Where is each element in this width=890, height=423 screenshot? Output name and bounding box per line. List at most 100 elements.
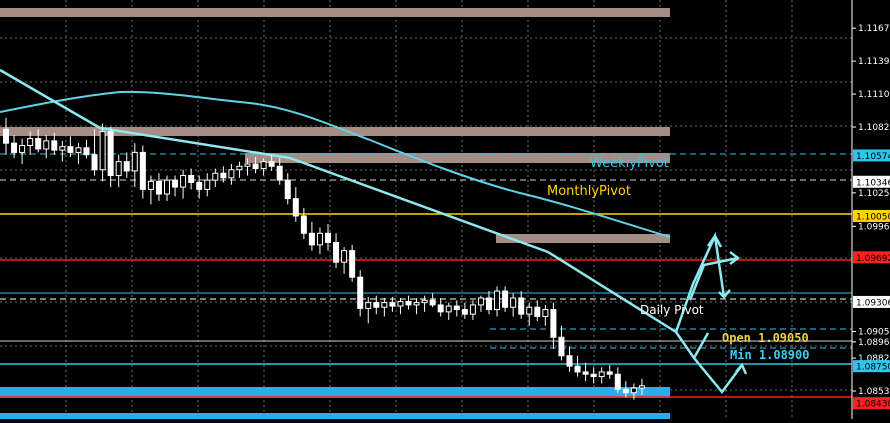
monthly-pivot-label: MonthlyPivot xyxy=(547,184,631,199)
price-tag-label: 1.09692 xyxy=(856,254,890,264)
candle-body xyxy=(155,180,162,195)
candle-body xyxy=(300,215,307,234)
axis-tick-label: 1.08535 xyxy=(858,387,890,397)
candle-body xyxy=(630,387,637,394)
price-tag-label: 1.09306 xyxy=(856,298,890,308)
candle-body xyxy=(566,355,573,367)
candle-body xyxy=(598,371,605,378)
candle-body xyxy=(606,371,613,375)
price-tag: 1.09692 xyxy=(853,251,890,264)
price-tag-label: 1.08430 xyxy=(856,400,890,410)
candle-body xyxy=(59,146,66,151)
candle-body xyxy=(220,172,227,179)
axis-tick-label: 1.11390 xyxy=(858,57,890,67)
candle-body xyxy=(35,138,42,150)
candle-body xyxy=(123,161,130,172)
axis-tick-label: 1.10250 xyxy=(858,189,890,199)
candle-body xyxy=(590,373,597,378)
price-chart[interactable]: WeeklyPivot MonthlyPivot Daily Pivot Ope… xyxy=(0,0,890,419)
price-tag-label: 1.10574 xyxy=(856,152,890,162)
candle-body xyxy=(204,179,211,190)
candle-body xyxy=(550,309,557,338)
price-tag: 1.10574 xyxy=(853,149,890,162)
candle-body xyxy=(453,305,460,311)
candle-body xyxy=(3,128,9,144)
candle-body xyxy=(260,161,267,170)
candle-body xyxy=(502,290,509,308)
candle-body xyxy=(445,305,452,313)
candle-body xyxy=(405,300,412,306)
candle xyxy=(349,244,356,282)
candle-body xyxy=(486,297,492,311)
axis-tick-label: 1.09050 xyxy=(858,327,890,337)
candle-body xyxy=(276,165,283,181)
price-tag-label: 1.10050 xyxy=(856,212,890,222)
candle-body xyxy=(212,172,219,181)
candle-body xyxy=(373,302,380,308)
candle-body xyxy=(469,304,476,315)
candle-body xyxy=(139,151,146,190)
open-label: Open 1.09050 xyxy=(722,331,809,345)
price-tag-label: 1.08750 xyxy=(856,363,890,373)
candle-body xyxy=(19,144,26,153)
candle-body xyxy=(107,131,114,177)
candle-body xyxy=(196,181,203,190)
candle-body xyxy=(91,154,98,171)
candle-body xyxy=(244,163,251,167)
candle-body xyxy=(67,146,74,153)
candle-body xyxy=(510,297,517,308)
candle-body xyxy=(252,163,259,170)
candle-body xyxy=(534,306,541,317)
price-axis[interactable]: 1.11675 1.11390 1.11105 1.10820 1.10250 1.099… xyxy=(851,0,890,419)
candle-body xyxy=(147,180,154,190)
candle-body xyxy=(75,147,82,153)
candle-body xyxy=(461,309,468,315)
candle-body xyxy=(389,302,396,307)
resistance-zone-top xyxy=(0,8,670,17)
candle-body xyxy=(115,161,122,177)
candle-body xyxy=(365,302,372,309)
candle-body xyxy=(51,140,58,151)
candle-body xyxy=(180,175,187,188)
candle-body xyxy=(638,385,645,389)
candle-body xyxy=(429,299,436,306)
candle-body xyxy=(308,232,315,246)
candle-body xyxy=(542,309,549,317)
candle-body xyxy=(316,232,323,246)
candle-body xyxy=(11,142,18,153)
candle-body xyxy=(526,306,533,315)
candle-body xyxy=(381,302,388,308)
candle-body xyxy=(27,138,34,146)
axis-tick-label: 1.11105 xyxy=(858,90,890,100)
candle-body xyxy=(83,147,90,156)
weekly-pivot-label: WeeklyPivot xyxy=(590,156,669,171)
candle-body xyxy=(236,165,243,171)
price-tag: 1.09306 xyxy=(853,295,890,308)
daily-pivot-label: Daily Pivot xyxy=(640,303,704,317)
candle-body xyxy=(622,388,629,394)
candle-body xyxy=(437,304,444,313)
axis-tick-label: 1.08960 xyxy=(858,338,890,348)
candle-body xyxy=(614,373,621,390)
candle-body xyxy=(574,365,581,373)
candle-body xyxy=(349,250,356,278)
candle-body xyxy=(413,302,420,306)
price-tag: 1.10346 xyxy=(853,175,890,188)
candle-body xyxy=(188,175,195,183)
axis-tick-label: 1.11675 xyxy=(858,24,890,34)
candle-body xyxy=(228,169,235,179)
min-label: Min 1.08900 xyxy=(730,348,809,362)
candle-body xyxy=(43,140,50,150)
candle-body xyxy=(284,179,291,200)
candle-body xyxy=(518,297,525,315)
candle-body xyxy=(421,299,428,304)
price-tag: 1.08750 xyxy=(853,360,890,373)
price-tag: 1.08430 xyxy=(853,397,890,410)
support-zone-blue-bottom xyxy=(0,413,670,419)
candle-body xyxy=(268,161,275,167)
candle-body xyxy=(494,290,501,311)
candle-body xyxy=(325,232,331,244)
candle-body xyxy=(477,297,484,306)
candle-body xyxy=(172,179,179,188)
candle-body xyxy=(341,250,348,263)
